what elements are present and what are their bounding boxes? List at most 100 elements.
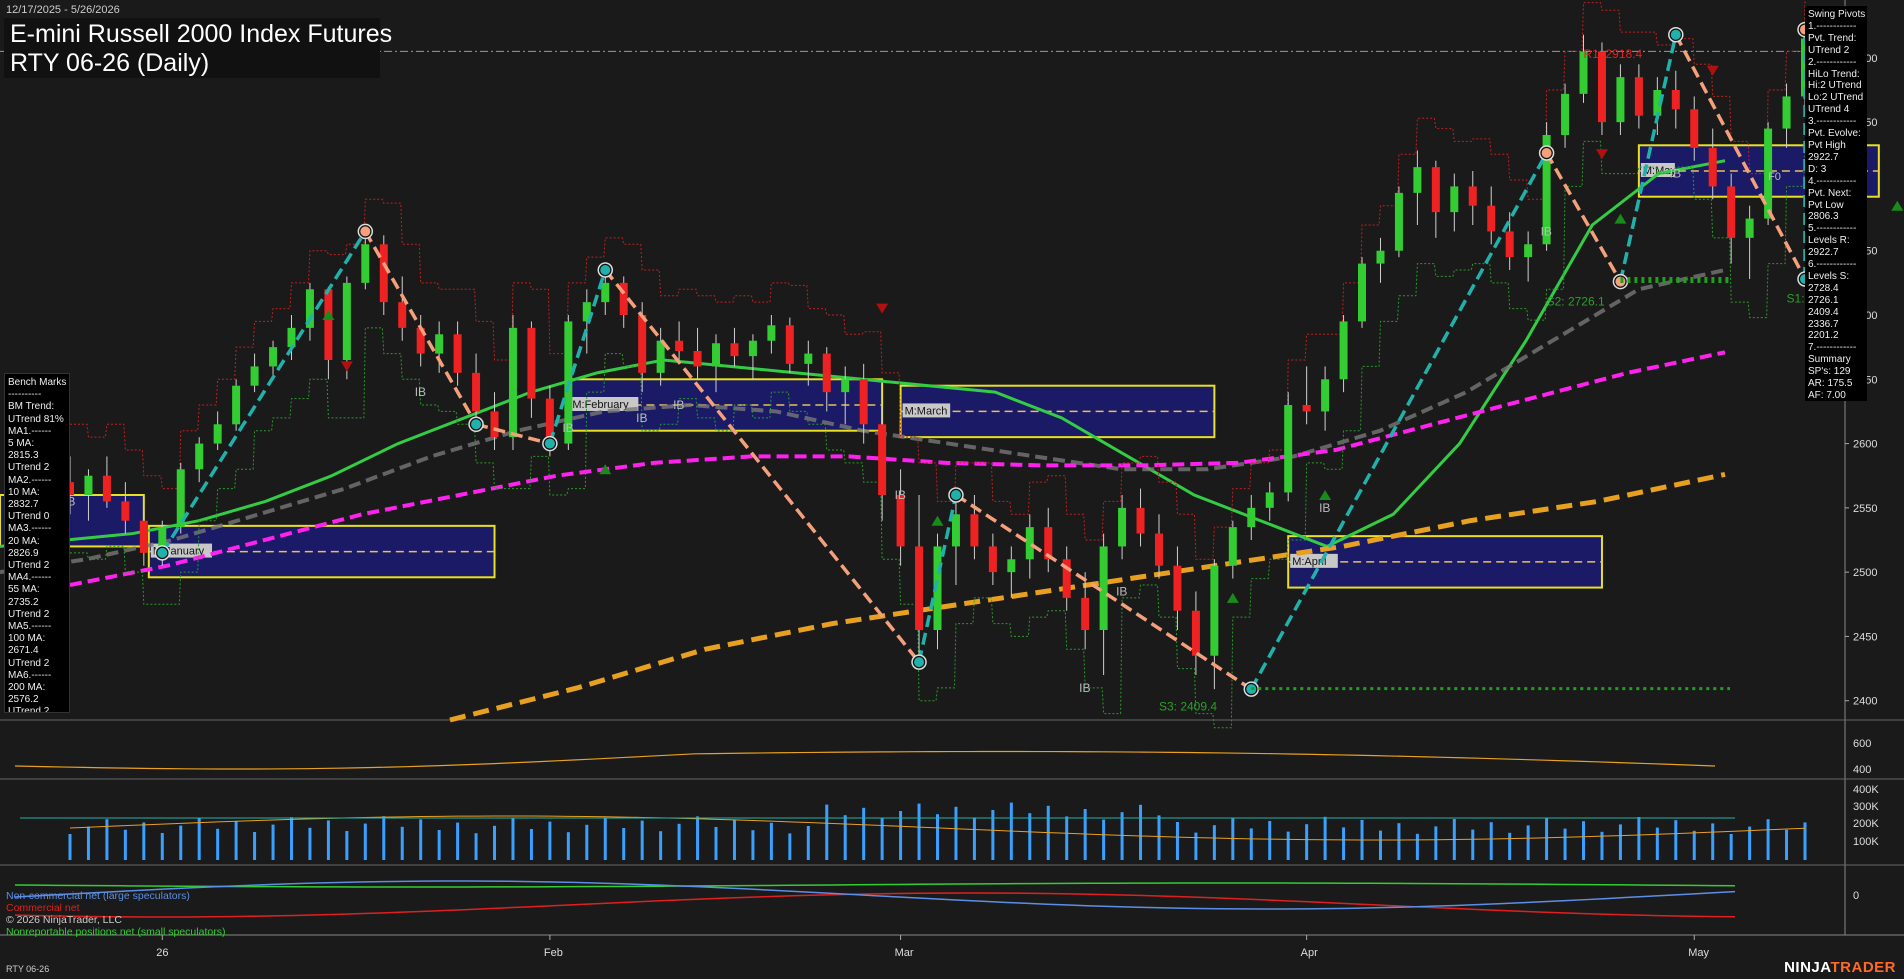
cot-legend: Non-commercial net (large speculators) C…	[6, 890, 225, 938]
candle-body	[250, 366, 259, 386]
bench-mark-line: UTrend 81%	[8, 413, 64, 425]
bench-mark-line: BM Trend:	[8, 401, 55, 413]
level-label: R1: 2918.4	[1584, 47, 1643, 61]
bench-mark-line: UTrend 0	[8, 511, 50, 523]
level-label: S3: 2409.4	[1159, 700, 1217, 714]
candle-body	[878, 424, 887, 495]
swing-pivot-line: Pvt. Trend:	[1808, 32, 1857, 44]
bench-mark-line: 5 MA:	[8, 438, 35, 450]
candle-body	[915, 546, 924, 630]
candle-body	[1450, 186, 1459, 213]
footer-symbol: RTY 06-26	[6, 964, 50, 974]
signal-triangle	[1614, 213, 1627, 224]
swing-pivot-line: Lo:2 UTrend	[1808, 92, 1864, 104]
bench-mark-line: MA1.------	[8, 425, 52, 437]
candle-body	[472, 372, 481, 412]
bench-mark-line: UTrend 2	[8, 560, 50, 572]
swing-pivot-line: Pvt High	[1808, 139, 1846, 151]
candle-body	[232, 385, 241, 425]
swing-pivot-dot	[544, 438, 555, 449]
candle-body	[1173, 565, 1182, 611]
candle-body	[1284, 405, 1293, 493]
chart-title: E-mini Russell 2000 Index Futures	[10, 20, 393, 48]
signal-triangle	[340, 361, 353, 372]
signal-triangle	[322, 310, 335, 320]
signal-triangle	[876, 303, 889, 314]
date-range: 12/17/2025 - 5/26/2026	[6, 4, 120, 16]
x-tick-label: 26	[156, 947, 168, 959]
swing-pivot-line: AR: 175.5	[1808, 378, 1853, 390]
swing-pivot-line: Pvt Low	[1808, 199, 1844, 211]
candle-body	[213, 424, 222, 444]
swing-pivot-line: 2922.7	[1808, 151, 1839, 163]
swing-pivot-line: 2726.1	[1808, 294, 1839, 306]
candle-body	[324, 289, 333, 360]
candle-body	[1745, 218, 1754, 238]
candle-body	[822, 353, 831, 393]
candle-body	[1339, 321, 1348, 380]
candle-body	[490, 411, 499, 438]
panel3-tick-label: 200K	[1853, 818, 1879, 830]
candle-body	[508, 327, 517, 438]
candle-body	[1007, 559, 1016, 573]
cot-small-label: Nonreportable positions net (small specu…	[6, 926, 226, 938]
ib-label: IB	[1670, 167, 1681, 181]
bench-mark-line: 200 MA:	[8, 682, 46, 694]
candle-body	[139, 520, 148, 553]
signal-triangle	[931, 515, 944, 526]
candle-body	[1191, 610, 1200, 656]
swing-pivot-line: 7.------------	[1808, 342, 1857, 354]
bench-mark-line: UTrend 2	[8, 657, 50, 669]
x-tick-label: May	[1688, 947, 1709, 959]
signal-triangle	[1226, 592, 1239, 603]
swing-pivot-line: 6.------------	[1808, 259, 1857, 271]
candle-body	[638, 315, 647, 373]
swing-pivot-line: 2336.7	[1808, 318, 1839, 330]
panel4-tick-label: 0	[1853, 890, 1859, 902]
candle-body	[804, 353, 813, 364]
candle-body	[1136, 507, 1145, 534]
swing-pivot-line: Summary	[1808, 354, 1851, 366]
ib-label: IB	[415, 385, 426, 399]
swing-pivot-line: Pvt. Evolve:	[1808, 128, 1861, 140]
candle-body	[342, 282, 351, 360]
x-tick-label: Apr	[1301, 947, 1318, 959]
swing-line	[1545, 152, 1622, 283]
swing-line	[160, 230, 367, 554]
bench-mark-line: 20 MA:	[8, 535, 40, 547]
swing-pivot-line: 4.------------	[1808, 175, 1857, 187]
cot-noncommercial-label: Non-commercial net (large speculators)	[6, 890, 190, 902]
candle-body	[1118, 507, 1127, 547]
bench-mark-line: 2671.4	[8, 645, 39, 657]
signal-triangle	[1891, 200, 1904, 211]
swing-pivot-line: 3.------------	[1808, 116, 1857, 128]
candle-body	[1634, 77, 1643, 116]
chart-subtitle: RTY 06-26 (Daily)	[10, 49, 210, 77]
swing-pivot-line: D: 3	[1808, 163, 1827, 175]
bench-mark-line: 2735.2	[8, 596, 39, 608]
bench-mark-line: MA4.------	[8, 572, 52, 584]
x-tick-label: Mar	[895, 947, 914, 959]
candle-body	[195, 443, 204, 470]
bench-marks-title: Bench Marks	[8, 377, 67, 388]
chart-canvas[interactable]: 2400245025002550260026502700275028002850…	[0, 0, 1904, 979]
candle-body	[951, 514, 960, 547]
candle-body	[730, 343, 739, 357]
x-tick-label: Feb	[544, 947, 563, 959]
bench-mark-line: MA3.------	[8, 523, 52, 535]
candle-body	[1487, 205, 1496, 232]
swing-pivot-line: UTrend 4	[1808, 104, 1850, 116]
f0-label: F0	[1768, 171, 1781, 183]
level-label: S2: 2726.1	[1547, 294, 1605, 308]
swing-line	[603, 268, 921, 664]
signal-triangle	[1706, 65, 1719, 76]
ib-label: IB	[1541, 224, 1552, 238]
ib-label: IB	[1079, 681, 1090, 695]
month-box-label: M:March	[905, 405, 948, 417]
swing-pivot-line: HiLo Trend:	[1808, 68, 1860, 80]
panel2-tick-label: 400	[1853, 764, 1871, 776]
candle-body	[601, 282, 610, 303]
candle-body	[269, 347, 278, 367]
candle-body	[675, 340, 684, 351]
ib-label: IB	[673, 398, 684, 412]
